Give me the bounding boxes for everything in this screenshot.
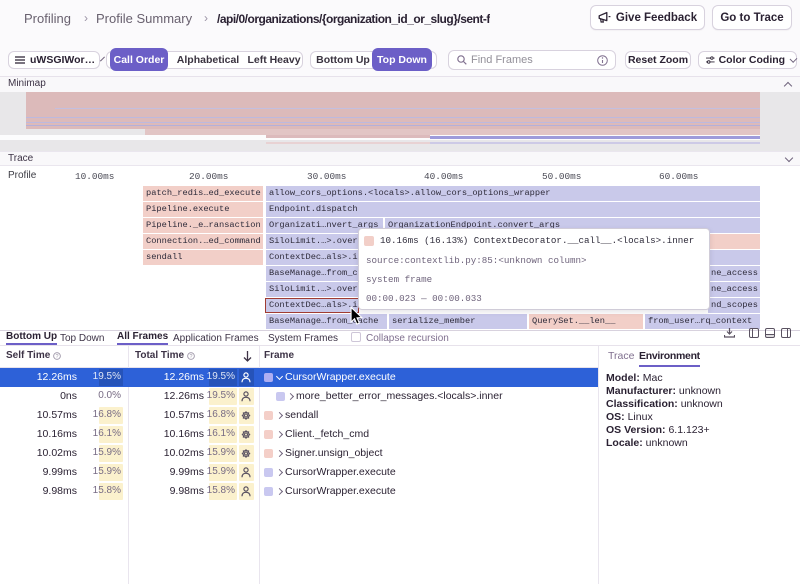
svg-text:?: ? (189, 354, 192, 360)
svg-text:?: ? (55, 354, 58, 360)
